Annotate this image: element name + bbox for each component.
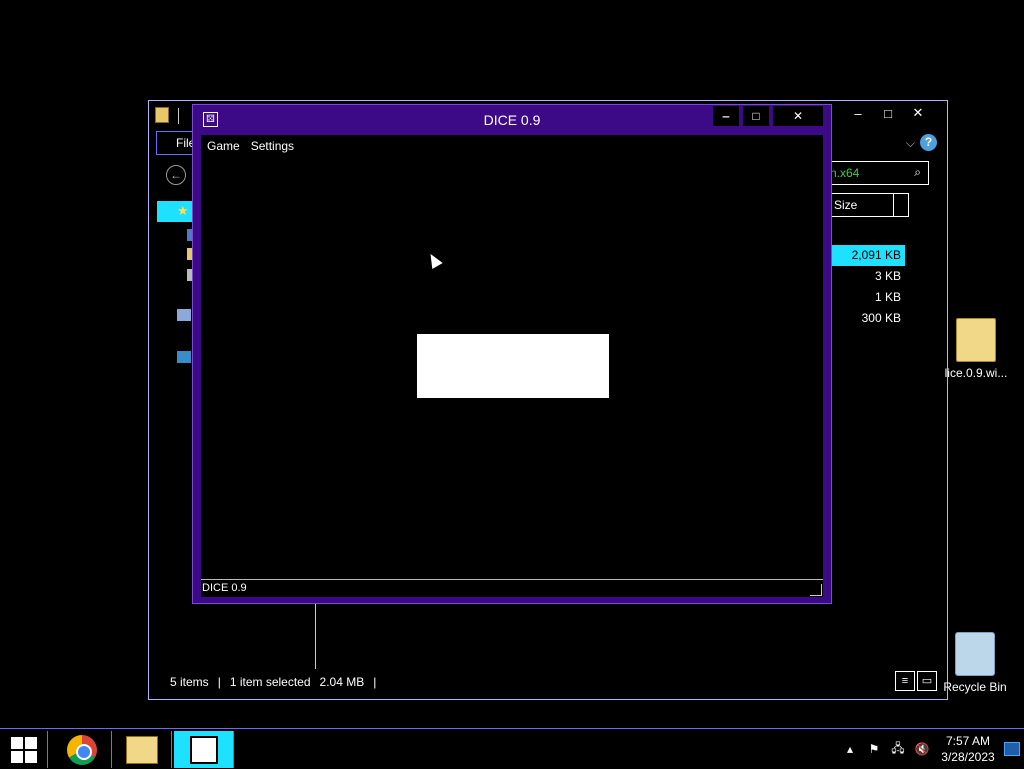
quick-access-item[interactable]: ★	[157, 201, 195, 222]
clock[interactable]: 7:57 AM 3/28/2023	[938, 733, 998, 765]
flag-icon[interactable]: ⚑	[862, 742, 886, 756]
close-button[interactable]: ✕	[773, 106, 823, 126]
clock-time: 7:57 AM	[945, 734, 991, 748]
selection-info: 1 item selected	[229, 675, 311, 689]
selection-size: 2.04 MB	[319, 675, 365, 689]
dice-window-controls: ‒ □ ✕	[713, 106, 823, 126]
network-icon[interactable]: 🖧	[886, 739, 910, 760]
menu-bar: Game Settings	[201, 135, 305, 157]
title-separator	[178, 108, 179, 124]
explorer-window-controls: ‒ □ ✕	[843, 104, 933, 122]
chevron-down-icon[interactable]: ⌵	[906, 136, 915, 151]
close-button[interactable]: ✕	[903, 104, 933, 122]
file-size-cell[interactable]: 3 KB	[831, 266, 905, 287]
minimize-button[interactable]: ‒	[713, 106, 739, 126]
minimize-button[interactable]: ‒	[843, 104, 873, 122]
show-hidden-icons-icon[interactable]: ▴	[838, 742, 862, 756]
volume-muted-icon[interactable]: 🔇	[910, 742, 934, 756]
file-size-list: 2,091 KB 3 KB 1 KB 300 KB	[829, 245, 905, 329]
dice-client-area[interactable]: Game Settings DICE 0.9	[201, 135, 823, 597]
back-arrow-icon[interactable]: ←	[166, 165, 186, 185]
pane-divider[interactable]	[315, 603, 316, 669]
maximize-button[interactable]: □	[743, 106, 769, 126]
file-size-cell[interactable]: 2,091 KB	[829, 245, 905, 266]
file-size-cell[interactable]: 300 KB	[831, 308, 905, 329]
game-display-box	[417, 334, 609, 398]
network-icon[interactable]	[177, 351, 191, 363]
dice-status-bar: DICE 0.9	[201, 579, 823, 597]
system-tray: ▴ ⚑ 🖧 🔇 7:57 AM 3/28/2023	[838, 729, 1024, 769]
dice-window[interactable]: ⚄ DICE 0.9 ‒ □ ✕ Game Settings DICE 0.9	[192, 104, 832, 604]
details-view-icon[interactable]: ≡	[895, 671, 915, 691]
windows-logo-icon	[10, 736, 37, 763]
menu-game[interactable]: Game	[207, 135, 247, 157]
desktop: ‒ □ ✕ File ← ★ ⌵ ? n.x64 ⌕ Size 2,091 KB…	[0, 0, 1024, 728]
taskbar-file-explorer[interactable]	[112, 731, 172, 768]
folder-icon	[956, 318, 996, 362]
resize-grip-icon[interactable]	[810, 584, 822, 596]
column-header-extra[interactable]	[893, 193, 909, 217]
large-icons-view-icon[interactable]: ▭	[917, 671, 937, 691]
maximize-button[interactable]: □	[873, 104, 903, 122]
search-icon: ⌕	[914, 165, 921, 179]
taskbar: ▴ ⚑ 🖧 🔇 7:57 AM 3/28/2023	[0, 728, 1024, 768]
desktop-folder-item[interactable]: lice.0.9.wi...	[940, 318, 1012, 380]
status-separator: |	[373, 675, 377, 689]
file-size-cell[interactable]: 1 KB	[831, 287, 905, 308]
search-input[interactable]: n.x64 ⌕	[827, 161, 929, 185]
taskbar-dice[interactable]	[174, 731, 234, 768]
recycle-bin-label: Recycle Bin	[943, 680, 1007, 694]
clock-date: 3/28/2023	[941, 750, 995, 764]
star-icon: ★	[177, 203, 189, 218]
taskbar-chrome[interactable]	[52, 731, 112, 768]
dice-titlebar[interactable]: ⚄ DICE 0.9 ‒ □ ✕	[193, 105, 831, 135]
folder-icon	[155, 107, 169, 123]
recycle-bin-icon	[955, 632, 995, 676]
recycle-bin-item[interactable]: Recycle Bin	[939, 632, 1011, 694]
menu-settings[interactable]: Settings	[251, 135, 301, 157]
view-buttons: ≡ ▭	[895, 671, 937, 691]
file-explorer-icon	[125, 735, 158, 764]
item-count: 5 items	[170, 675, 209, 689]
status-separator: |	[217, 675, 221, 689]
status-text: DICE 0.9	[202, 582, 247, 594]
this-pc-icon[interactable]	[177, 309, 191, 321]
chrome-icon	[66, 734, 97, 765]
start-button[interactable]	[0, 731, 48, 768]
explorer-status-bar: 5 items | 1 item selected 2.04 MB |	[170, 675, 385, 689]
search-query: n.x64	[830, 166, 860, 180]
show-desktop-icon[interactable]	[1004, 742, 1020, 756]
dice-icon	[189, 735, 218, 764]
desktop-folder-label: lice.0.9.wi...	[944, 366, 1008, 380]
help-icon[interactable]: ?	[920, 134, 937, 151]
